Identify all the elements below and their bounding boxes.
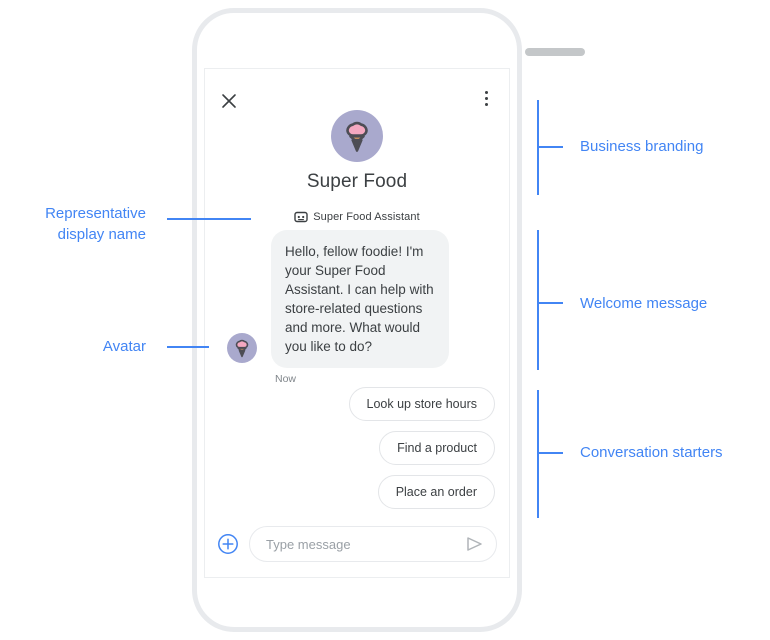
annotation-representative-display-name: Representative display name: [45, 205, 146, 243]
message-input-container[interactable]: [249, 526, 497, 562]
message-input[interactable]: [266, 536, 464, 552]
business-logo-icon: [331, 110, 383, 162]
bot-icon: [294, 210, 308, 224]
annotation-welcome-message: Welcome message: [580, 295, 708, 312]
annotation-avatar: Avatar: [102, 338, 146, 355]
add-attachment-icon[interactable]: [217, 533, 239, 555]
chat-header: [205, 69, 509, 113]
annotation-tick-welcome: [537, 302, 563, 304]
annotation-bracket-welcome: [537, 230, 539, 370]
annotation-tick-starters: [537, 452, 563, 454]
representative-display-name: Super Food Assistant: [313, 211, 420, 223]
annotation-tick-branding: [537, 146, 563, 148]
representative-row: Super Food Assistant: [205, 210, 509, 224]
close-icon[interactable]: [219, 91, 239, 111]
starter-chip-find-product[interactable]: Find a product: [379, 431, 495, 465]
speaker-grille-icon: [525, 48, 585, 56]
annotation-bracket-starters: [537, 390, 539, 518]
message-timestamp: Now: [275, 373, 297, 385]
annotation-conversation-starters: Conversation starters: [580, 444, 723, 461]
welcome-message-block: Hello, fellow foodie! I'm your Super Foo…: [221, 230, 495, 385]
annotation-leader-line-representative: [167, 218, 251, 220]
conversation-starters: Look up store hours Find a product Place…: [348, 387, 495, 509]
chat-screen: Super Food Super Food Assistant Hello, f…: [204, 68, 510, 578]
overflow-menu-icon[interactable]: [477, 91, 495, 111]
welcome-message-bubble: Hello, fellow foodie! I'm your Super Foo…: [271, 230, 449, 368]
business-name: Super Food: [306, 171, 408, 192]
send-icon[interactable]: [464, 534, 484, 554]
composer-bar: [205, 523, 509, 565]
starter-chip-store-hours[interactable]: Look up store hours: [348, 387, 495, 421]
annotation-business-branding: Business branding: [580, 138, 704, 155]
representative-avatar: [227, 333, 257, 363]
annotation-leader-line-avatar: [167, 346, 209, 348]
starter-chip-place-order[interactable]: Place an order: [377, 475, 495, 509]
